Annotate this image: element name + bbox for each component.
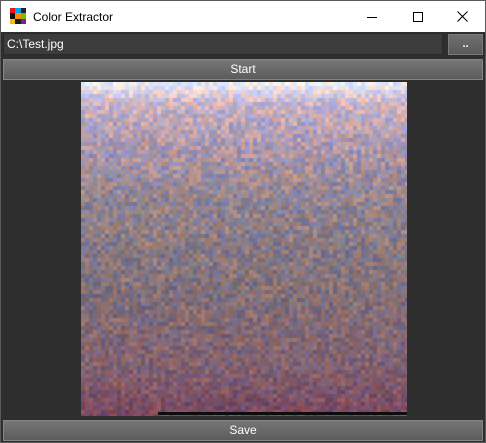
browse-button[interactable]: .. (448, 34, 483, 55)
color-grid-icon (10, 8, 26, 24)
maximize-button[interactable] (395, 1, 441, 32)
close-icon (456, 11, 468, 22)
file-path-input[interactable] (3, 33, 443, 55)
app-window: Color Extractor .. Start Save (0, 0, 486, 443)
start-button[interactable]: Start (3, 59, 483, 80)
image-preview (81, 82, 407, 416)
close-button[interactable] (439, 1, 485, 32)
minimize-icon (367, 16, 377, 18)
progress-line (158, 412, 407, 415)
title-bar[interactable]: Color Extractor (1, 1, 485, 32)
window-title: Color Extractor (33, 10, 114, 24)
maximize-icon (413, 11, 423, 22)
save-button[interactable]: Save (3, 420, 483, 441)
image-preview-canvas (81, 82, 407, 416)
minimize-button[interactable] (349, 1, 395, 32)
